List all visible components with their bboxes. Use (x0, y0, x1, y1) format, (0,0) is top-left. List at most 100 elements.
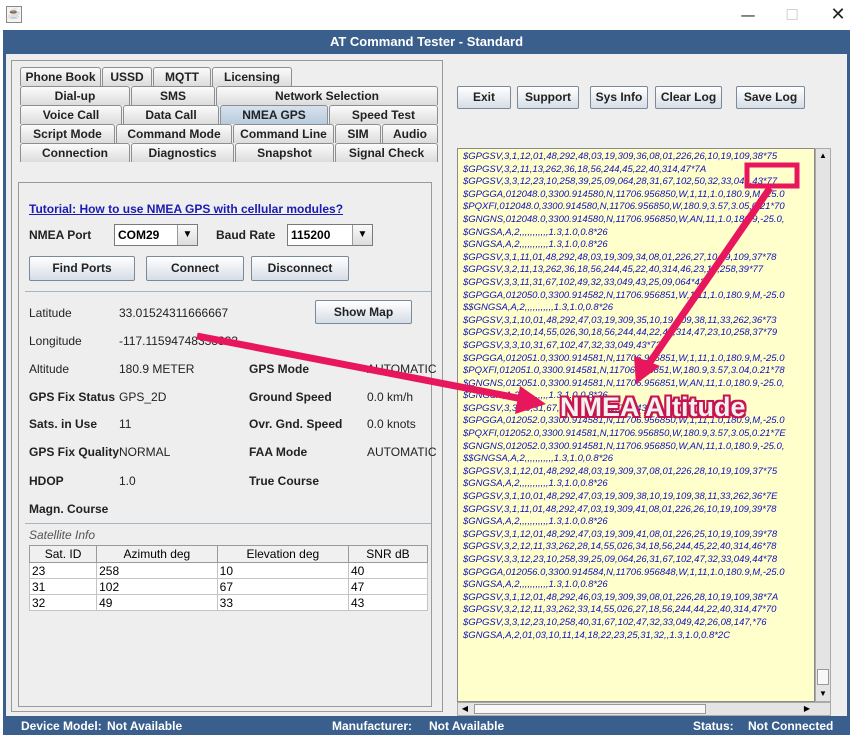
ovr-gnd-speed-value: 0.0 knots (367, 417, 416, 431)
faa-mode-value: AUTOMATIC (367, 445, 437, 459)
app-title: AT Command Tester - Standard (329, 34, 524, 49)
scroll-thumb[interactable] (817, 669, 829, 685)
device-model-value: Not Available (107, 719, 183, 733)
log-line: $GNGSA,A,2,,,,,,,,,,,1.3,1.0,0.8*26 (463, 516, 608, 528)
minimize-button[interactable]: — (733, 4, 763, 26)
clear-log-button[interactable]: Clear Log (655, 86, 722, 109)
maximize-button[interactable]: ☐ (777, 4, 807, 26)
satellite-table: Sat. ID Azimuth deg Elevation deg SNR dB… (28, 545, 429, 611)
log-line: $GNGSA,A,2,,,,,,,,,,,1.3,1.0,0.8*26 (463, 579, 608, 591)
log-line: $GNGNS,012048.0,3300.914580,N,11706.9568… (463, 213, 785, 225)
baud-rate-label: Baud Rate (216, 228, 276, 242)
log-line: $GPGSV,3,2,12,11,33,262,28,14,55,026,34,… (463, 541, 777, 553)
log-line: $GNGNS,012051.0,3300.914581,N,11706.9568… (463, 377, 785, 389)
log-line: $GPGSV,3,2,12,11,33,262,33,14,55,026,27,… (463, 604, 777, 616)
table-cell: 49 (96, 594, 218, 611)
log-line: $GPGSV,3,2,10,14,55,026,30,18,56,244,44,… (463, 327, 778, 339)
gps-fix-status-value: GPS_2D (119, 390, 167, 404)
hdop-label: HDOP (29, 474, 64, 488)
log-line: $GPGSV,3,2,11,13,262,36,18,56,244,45,22,… (463, 264, 764, 276)
scroll-left-icon[interactable]: ◀ (458, 703, 472, 715)
log-line: $GPGSV,3,3,11,31,67,102,49,32,33,049,43,… (463, 276, 706, 288)
true-course-label: True Course (249, 474, 320, 488)
log-line: $GPGSV,3,1,10,01,48,292,47,03,19,309,35,… (463, 314, 777, 326)
log-line: $GPGGA,012048.0,3300.914580,N,11706.9568… (463, 188, 785, 200)
annotation-label: NMEA Altitude (560, 392, 746, 422)
table-cell: 258 (96, 562, 218, 579)
disconnect-button[interactable]: Disconnect (251, 256, 349, 281)
chevron-down-icon[interactable]: ▼ (177, 225, 197, 245)
log-line: $GPGSV,3,1,11,01,48,292,48,03,19,309,34,… (463, 251, 777, 263)
table-cell: 32 (28, 594, 98, 611)
table-cell: 23 (28, 562, 98, 579)
faa-mode-label: FAA Mode (249, 445, 308, 459)
ovr-gnd-speed-label: Ovr. Gnd. Speed (249, 417, 343, 431)
manufacturer-value: Not Available (429, 719, 505, 733)
longitude-label: Longitude (29, 334, 82, 348)
table-cell: 33 (216, 594, 349, 611)
support-button[interactable]: Support (517, 86, 579, 109)
gps-mode-value: AUTOMATIC (367, 362, 437, 376)
scroll-thumb[interactable] (474, 704, 706, 714)
save-log-button[interactable]: Save Log (736, 86, 805, 109)
nmea-port-select[interactable]: COM29 ▼ (114, 224, 198, 246)
gps-fix-quality-value: NORMAL (119, 445, 171, 459)
log-line: $$GNGSA,A,2,,,,,,,,,,,1.3,1.0,0.8*26 (463, 302, 613, 314)
gps-fix-status-label: GPS Fix Status (29, 390, 116, 404)
table-row[interactable]: 32 49 33 43 (28, 594, 429, 611)
nmea-gps-panel: Tutorial: How to use NMEA GPS with cellu… (11, 60, 443, 712)
scroll-up-icon[interactable]: ▲ (816, 149, 830, 163)
log-line: $$GNGSA,A,2,,,,,,,,,,,1.3,1.0,0.8*26 (463, 453, 613, 465)
log-line: $PQXFI,012051.0,3300.914581,N,11706.9568… (463, 365, 785, 377)
close-button[interactable]: ✕ (823, 4, 853, 26)
manufacturer-label: Manufacturer: (332, 719, 413, 733)
table-row[interactable]: 23 258 10 40 (28, 562, 429, 579)
log-line: $GPGGA,012050.0,3300.914582,N,11706.9568… (463, 289, 785, 301)
sats-in-use-value: 11 (119, 417, 132, 431)
hdop-value: 1.0 (119, 474, 136, 488)
log-vertical-scrollbar[interactable]: ▲ ▼ (815, 148, 831, 702)
log-line: $GPGSV,3,1,12,01,48,292,48,03,19,309,37,… (463, 465, 778, 477)
os-title-bar: ☕ — ☐ ✕ (0, 0, 853, 30)
log-line: $GPGSV,3,3,12,23,10,258,40,31,67,102,47,… (463, 616, 767, 628)
app-content: Phone Book USSD MQTT Licensing Dial-up S… (6, 54, 847, 716)
exit-button[interactable]: Exit (457, 86, 511, 109)
table-row[interactable]: 31 102 67 47 (28, 578, 429, 595)
baud-rate-value: 115200 (291, 228, 331, 242)
find-ports-button[interactable]: Find Ports (29, 256, 135, 281)
tutorial-link[interactable]: Tutorial: How to use NMEA GPS with cellu… (29, 202, 343, 216)
log-line: $GPGGA,012051.0,3300.914581,N,11706.9568… (463, 352, 785, 364)
sys-info-button[interactable]: Sys Info (590, 86, 648, 109)
log-line: $GNGSA,A,2,,,,,,,,,,,1.3,1.0,0.8*26 (463, 226, 608, 238)
ground-speed-value: 0.0 km/h (367, 390, 414, 404)
table-cell: 43 (347, 594, 429, 611)
table-cell: 31 (28, 578, 98, 595)
separator (25, 291, 431, 292)
scroll-down-icon[interactable]: ▼ (816, 687, 830, 701)
scroll-right-icon[interactable]: ▶ (800, 703, 814, 715)
col-elevation[interactable]: Elevation deg (216, 545, 349, 563)
log-output[interactable]: $GPGSV,3,1,12,01,48,292,48,03,19,309,36,… (457, 148, 815, 702)
java-app-icon: ☕ (6, 6, 22, 23)
col-snr[interactable]: SNR dB (347, 545, 429, 563)
log-horizontal-scrollbar[interactable]: ◀ ▶ (457, 702, 831, 716)
table-header-row: Sat. ID Azimuth deg Elevation deg SNR dB (28, 545, 429, 563)
latitude-value: 33.01524311666667 (119, 306, 229, 320)
magn-course-label: Magn. Course (29, 502, 109, 516)
app-window: AT Command Tester - Standard Phone Book … (3, 30, 850, 735)
baud-rate-select[interactable]: 115200 ▼ (287, 224, 373, 246)
col-sat-id[interactable]: Sat. ID (28, 545, 98, 563)
connect-button[interactable]: Connect (146, 256, 244, 281)
log-line: $GNGSA,A,2,,,,,,,,,,,1.3,1.0,0.8*26 (463, 478, 608, 490)
separator (25, 523, 431, 524)
nmea-port-value: COM29 (118, 228, 160, 242)
table-cell: 10 (216, 562, 349, 579)
table-cell: 47 (347, 578, 429, 595)
chevron-down-icon[interactable]: ▼ (352, 225, 372, 245)
status-bar: Device Model: Not Available Manufacturer… (3, 716, 850, 735)
gps-fix-quality-label: GPS Fix Quality (29, 445, 120, 459)
log-line: $GPGSV,3,1,12,01,48,292,47,03,19,309,41,… (463, 528, 778, 540)
longitude-value: -117.11594748333333 (119, 334, 239, 348)
col-azimuth[interactable]: Azimuth deg (96, 545, 218, 563)
show-map-button[interactable]: Show Map (315, 300, 412, 324)
